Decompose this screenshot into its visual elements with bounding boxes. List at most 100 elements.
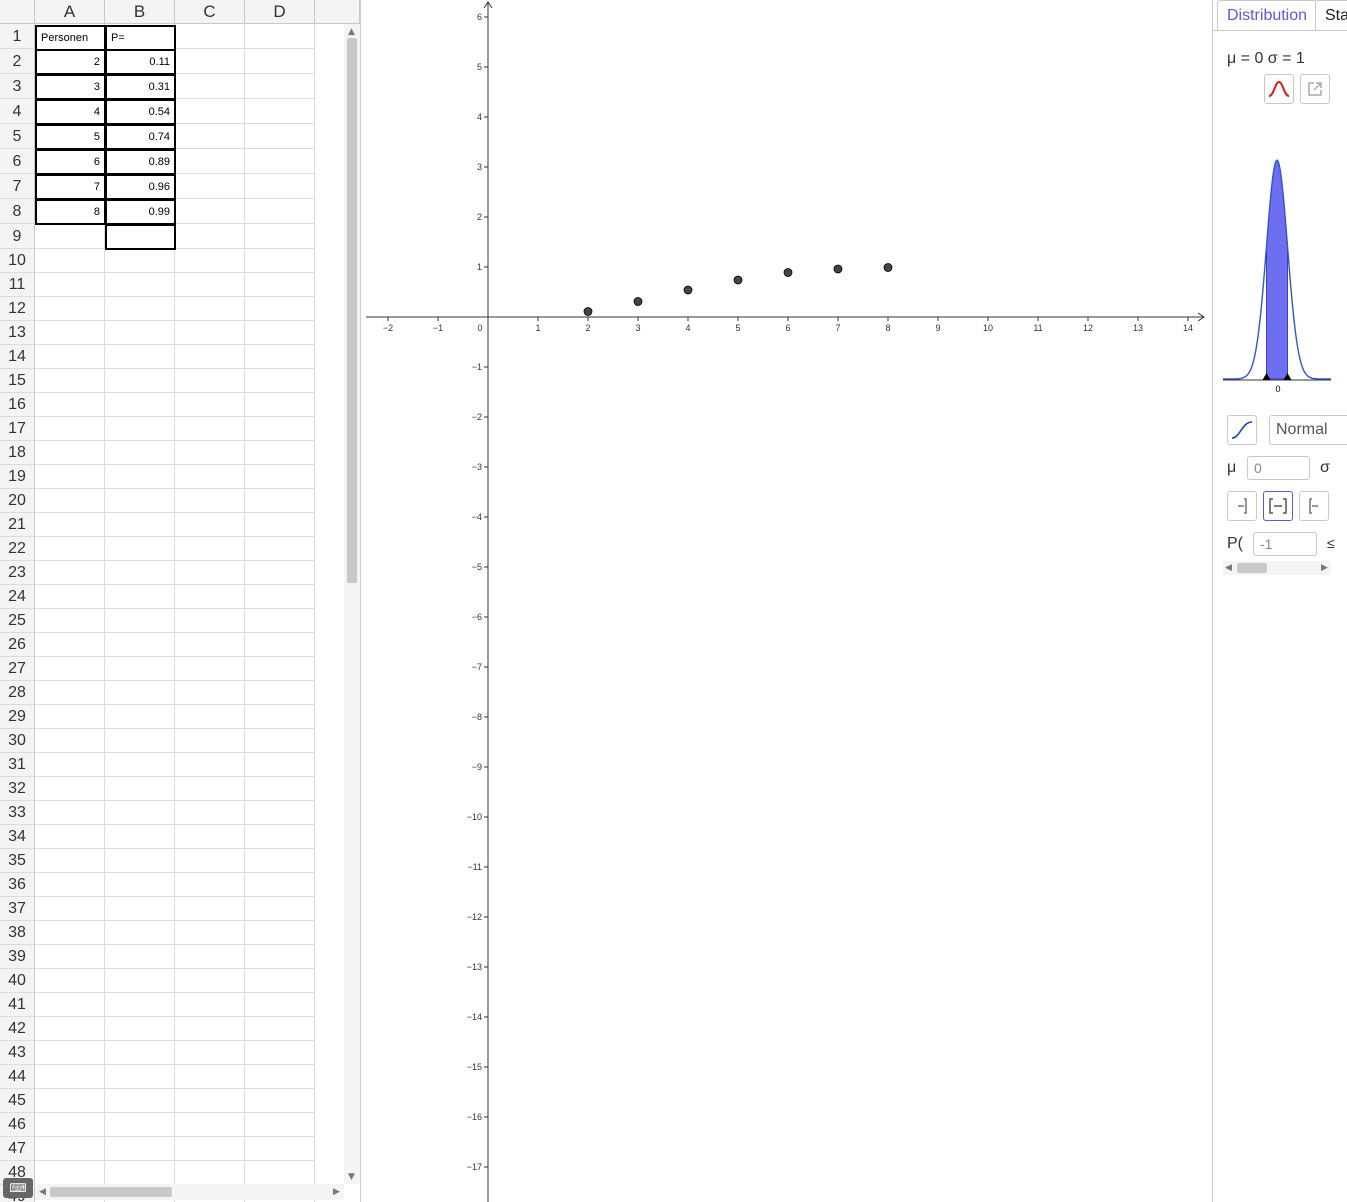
grid-cell[interactable] [245,417,315,441]
grid-cell[interactable] [35,224,105,249]
grid-cell[interactable] [175,777,245,801]
grid-cell[interactable] [35,297,105,321]
row-header-14[interactable]: 14 [0,345,35,369]
grid-cell[interactable] [35,489,105,513]
grid-cell[interactable] [175,585,245,609]
grid-cell[interactable] [175,1017,245,1041]
grid-cell[interactable] [245,24,315,49]
grid-cell[interactable] [245,1065,315,1089]
grid-cell[interactable] [35,369,105,393]
sidebar-scroll-left[interactable]: ◀ [1225,563,1232,573]
grid-cell[interactable] [175,24,245,49]
grid-cell[interactable] [245,1041,315,1065]
grid-cell[interactable] [35,249,105,273]
grid-cell[interactable] [245,1089,315,1113]
grid-cell[interactable] [175,393,245,417]
row-header-23[interactable]: 23 [0,561,35,585]
grid-cell[interactable] [245,199,315,224]
grid-cell[interactable] [245,489,315,513]
grid-cell[interactable] [35,417,105,441]
grid-cell[interactable] [175,74,245,99]
row-header-16[interactable]: 16 [0,393,35,417]
row-header-37[interactable]: 37 [0,897,35,921]
row-header-26[interactable]: 26 [0,633,35,657]
cell-a4[interactable]: 4 [35,99,106,125]
bell-curve-button[interactable] [1264,74,1294,104]
row-header-13[interactable]: 13 [0,321,35,345]
grid-cell[interactable] [105,945,175,969]
grid-cell[interactable] [35,1017,105,1041]
grid-cell[interactable] [105,465,175,489]
grid-cell[interactable] [35,729,105,753]
grid-cell[interactable] [245,249,315,273]
grid-cell[interactable] [35,753,105,777]
grid-cell[interactable] [105,1089,175,1113]
grid-cell[interactable] [175,921,245,945]
row-header-17[interactable]: 17 [0,417,35,441]
grid-cell[interactable] [175,801,245,825]
grid-cell[interactable] [105,609,175,633]
grid-cell[interactable] [35,873,105,897]
row-header-22[interactable]: 22 [0,537,35,561]
row-header-45[interactable]: 45 [0,1089,35,1113]
graphics-view[interactable]: −2 −1 0 1 2 3 4 5 6 7 8 9 10 11 12 13 14 654321−1−2−3−4−… [366,0,1206,1202]
grid-cell[interactable] [175,441,245,465]
left-sided-button[interactable] [1227,491,1257,521]
grid-cell[interactable] [245,273,315,297]
grid-cell[interactable] [175,561,245,585]
grid-cell[interactable] [35,1041,105,1065]
cell-b5[interactable]: 0.74 [105,124,176,150]
grid-cell[interactable] [105,249,175,273]
grid-cell[interactable] [105,1161,175,1185]
grid-cell[interactable] [175,1113,245,1137]
cell-a6[interactable]: 6 [35,149,106,175]
row-header-27[interactable]: 27 [0,657,35,681]
grid-cell[interactable] [245,465,315,489]
cdf-toggle-button[interactable] [1227,415,1257,445]
grid-cell[interactable] [175,369,245,393]
grid-cell[interactable] [35,657,105,681]
grid-cell[interactable] [175,537,245,561]
row-header-8[interactable]: 8 [0,199,35,224]
tab-distribution[interactable]: Distribution [1217,0,1318,30]
row-header-20[interactable]: 20 [0,489,35,513]
row-header-25[interactable]: 25 [0,609,35,633]
column-header-d[interactable]: D [245,0,315,24]
grid-cell[interactable] [245,801,315,825]
cell-b4[interactable]: 0.54 [105,99,176,125]
export-button[interactable] [1300,74,1330,104]
grid-cell[interactable] [175,273,245,297]
grid-cell[interactable] [105,585,175,609]
grid-cell[interactable] [105,897,175,921]
grid-cell[interactable] [35,921,105,945]
cell-b7[interactable]: 0.96 [105,174,176,200]
grid-cell[interactable] [35,705,105,729]
scroll-up-arrow[interactable]: ▲ [348,27,355,37]
row-header-42[interactable]: 42 [0,1017,35,1041]
row-header-11[interactable]: 11 [0,273,35,297]
data-point[interactable] [833,264,843,274]
grid-cell[interactable] [105,1041,175,1065]
grid-cell[interactable] [175,513,245,537]
grid-cell[interactable] [245,297,315,321]
mu-input[interactable]: 0 [1247,456,1310,480]
grid-cell[interactable] [175,1161,245,1185]
grid-cell[interactable] [245,729,315,753]
grid-cell[interactable] [175,849,245,873]
grid-cell[interactable] [245,681,315,705]
grid-cell[interactable] [105,825,175,849]
cell-b6[interactable]: 0.89 [105,149,176,175]
grid-cell[interactable] [105,969,175,993]
grid-cell[interactable] [175,249,245,273]
grid-cell[interactable] [105,1113,175,1137]
grid-cell[interactable] [105,321,175,345]
row-header-2[interactable]: 2 [0,49,35,74]
grid-cell[interactable] [105,441,175,465]
grid-cell[interactable] [245,1137,315,1161]
grid-cell[interactable] [245,897,315,921]
grid-cell[interactable] [35,585,105,609]
cell-a8[interactable]: 8 [35,199,106,225]
distribution-select[interactable]: Normal [1269,415,1347,445]
grid-cell[interactable] [245,345,315,369]
row-header-35[interactable]: 35 [0,849,35,873]
